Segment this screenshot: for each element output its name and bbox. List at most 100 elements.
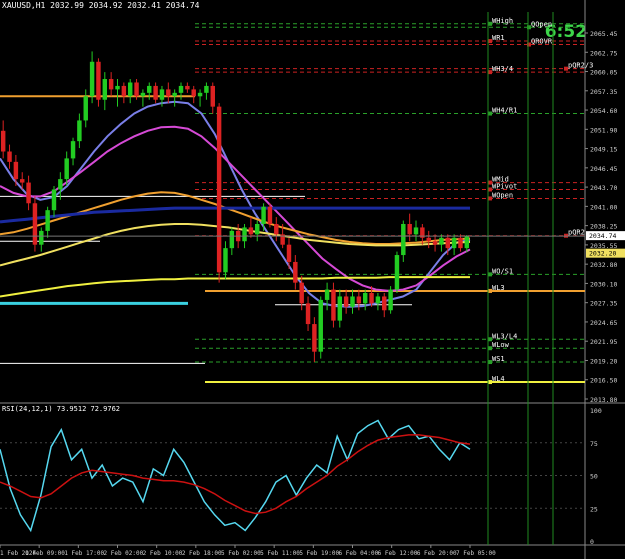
candle-body	[388, 289, 393, 311]
candle-body	[293, 261, 298, 283]
candle-body	[223, 248, 228, 273]
candle-body	[274, 223, 279, 235]
candle-body	[96, 61, 101, 100]
level-label: WL4	[492, 375, 505, 383]
candle-body	[464, 236, 470, 249]
rsi-tick-label: 100	[590, 407, 602, 415]
candle-body	[0, 130, 6, 152]
candle-body	[229, 230, 235, 249]
candle-body	[166, 89, 171, 97]
candle-body	[362, 293, 368, 304]
candle-body	[331, 289, 336, 321]
time-tick-label: 5 Feb 02:00	[221, 550, 261, 557]
candle-body	[185, 85, 190, 90]
candle-body	[324, 289, 330, 300]
candle-body	[64, 158, 69, 180]
candle-body	[286, 244, 292, 262]
candle-body	[401, 223, 406, 256]
price-tick-label: 2043.70	[590, 184, 617, 192]
time-tick-label: 6 Feb 12:00	[378, 550, 418, 557]
time-tick-label: 2 Feb 18:00	[182, 550, 222, 557]
candle-body	[134, 82, 139, 97]
level-label: WOpen	[492, 191, 513, 199]
price-tick-label: 2060.05	[590, 69, 617, 77]
candle-body	[458, 237, 463, 249]
candle-body	[102, 79, 108, 100]
rsi-tick-label: 0	[590, 538, 594, 546]
candle-body	[115, 85, 120, 90]
candle-body	[191, 89, 196, 97]
candle-body	[58, 179, 63, 190]
candle-body	[89, 61, 95, 97]
level-label: WH3/4	[492, 65, 513, 73]
candle-body	[77, 120, 82, 142]
candle-body	[445, 237, 450, 249]
candle-body	[413, 227, 419, 235]
level-label: WH4/R1	[492, 107, 517, 115]
candle-body	[20, 179, 25, 183]
level-label: WL3	[492, 284, 505, 292]
price-tick-label: 2054.60	[590, 107, 617, 115]
candle-body	[312, 324, 317, 352]
candle-body	[83, 96, 88, 121]
price-tick-label: 2051.90	[590, 126, 617, 134]
candle-body	[299, 282, 304, 304]
candle-body	[394, 255, 400, 290]
candle-body	[350, 296, 355, 307]
price-tick-label: 2021.95	[590, 338, 617, 346]
candle-body	[26, 182, 31, 204]
candle-body	[375, 296, 381, 304]
candle-body	[305, 303, 311, 325]
candle-body	[248, 227, 254, 235]
time-tick-label: 1 Feb 17:00	[64, 550, 104, 557]
candle-body	[267, 206, 273, 224]
time-tick-label: 2 Feb 02:00	[104, 550, 144, 557]
price-tick-label: 2032.80	[590, 261, 617, 269]
candle-body	[439, 237, 444, 245]
price-tick-label: 2024.65	[590, 319, 617, 327]
level-label: pQR2	[568, 229, 585, 237]
candle-body	[356, 296, 362, 304]
candle-body	[242, 227, 247, 242]
candle-body	[216, 106, 222, 273]
candle-body	[32, 203, 38, 245]
time-tick-label: 7 Feb 05:00	[456, 550, 496, 557]
candle-body	[210, 85, 215, 107]
price-tick-label: 2046.45	[590, 165, 617, 173]
candle-body	[172, 92, 177, 97]
time-tick-label: 6 Feb 20:00	[417, 550, 457, 557]
level-label: WL3/L4	[492, 332, 517, 340]
candle-body	[432, 241, 438, 245]
level-label: WLow	[492, 341, 510, 349]
chart-canvas[interactable]: 2065.45 2062.75 2060.05 2057.35 2054.60 2051.…	[0, 0, 625, 559]
rsi-line	[0, 434, 471, 515]
time-tick-label: 5 Feb 11:00	[260, 550, 300, 557]
candle-body	[255, 223, 260, 235]
price-tick-label: 2019.20	[590, 357, 617, 365]
candle-body	[318, 299, 323, 352]
rsi-tick-label: 75	[590, 440, 598, 448]
time-tick-label: 2 Feb 10:00	[143, 550, 183, 557]
candle-body	[127, 82, 133, 97]
candle-body	[426, 237, 431, 242]
level-label: WO/S1	[492, 267, 513, 275]
level-label: WHigh	[492, 17, 513, 25]
candle-body	[108, 79, 114, 90]
price-tick-label: 2013.80	[590, 396, 617, 404]
ma-line	[0, 223, 471, 267]
candle-body	[121, 85, 127, 97]
price-tick-label: 2049.15	[590, 146, 617, 154]
price-tick-label: 2038.25	[590, 223, 617, 231]
candle-body	[153, 85, 158, 100]
time-tick-label: 5 Feb 19:00	[299, 550, 339, 557]
candle-body	[7, 151, 12, 162]
time-tick-label: 1 Feb 09:00	[25, 550, 65, 557]
candle-body	[369, 293, 374, 304]
rsi-tick-label: 50	[590, 473, 598, 481]
level-label: WS1	[492, 355, 505, 363]
candle-body	[407, 223, 412, 235]
candle-body	[261, 206, 266, 224]
candle-body	[204, 85, 209, 93]
candle-body	[70, 141, 76, 159]
price-tick-label: 2062.75	[590, 49, 617, 57]
